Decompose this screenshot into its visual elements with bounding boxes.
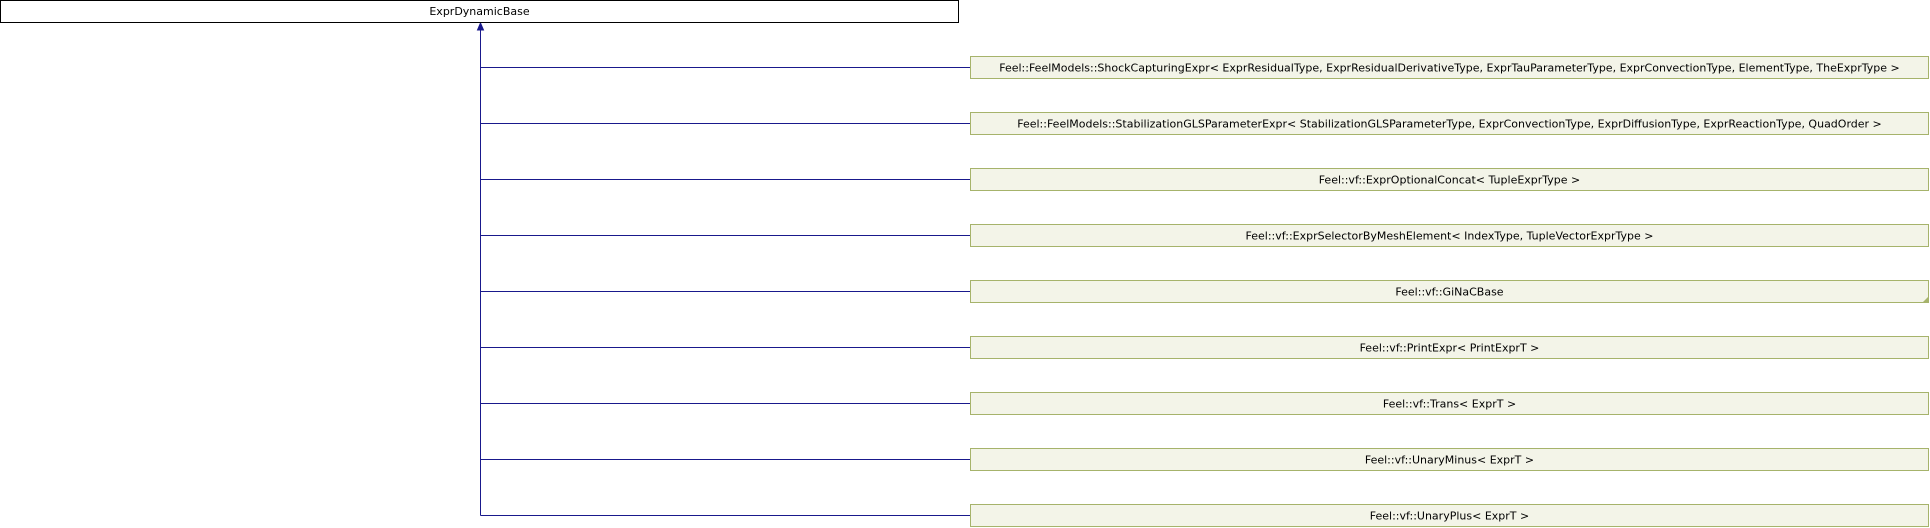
derived-class-node[interactable]: Feel::vf::ExprOptionalConcat< TupleExprT… bbox=[970, 168, 1929, 191]
derived-class-label: Feel::vf::ExprOptionalConcat< TupleExprT… bbox=[1319, 174, 1581, 187]
derived-class-label: Feel::vf::ExprSelectorByMeshElement< Ind… bbox=[1246, 230, 1654, 243]
derived-class-node[interactable]: Feel::vf::ExprSelectorByMeshElement< Ind… bbox=[970, 224, 1929, 247]
derived-class-label: Feel::vf::UnaryMinus< ExprT > bbox=[1365, 454, 1534, 467]
derived-class-label: Feel::vf::GiNaCBase bbox=[1395, 286, 1503, 299]
derived-class-node[interactable]: Feel::vf::GiNaCBase bbox=[970, 280, 1929, 303]
inheritance-edges bbox=[476, 21, 971, 516]
base-class-node[interactable]: ExprDynamicBase bbox=[0, 0, 959, 23]
derived-class-label: Feel::vf::UnaryPlus< ExprT > bbox=[1370, 510, 1529, 523]
derived-class-node[interactable]: Feel::vf::Trans< ExprT > bbox=[970, 392, 1929, 415]
derived-class-node[interactable]: Feel::vf::UnaryMinus< ExprT > bbox=[970, 448, 1929, 471]
derived-class-node[interactable]: Feel::vf::PrintExpr< PrintExprT > bbox=[970, 336, 1929, 359]
derived-class-label: Feel::FeelModels::StabilizationGLSParame… bbox=[1017, 118, 1882, 131]
derived-class-label: Feel::vf::Trans< ExprT > bbox=[1383, 398, 1516, 411]
inheritance-diagram: ExprDynamicBase Feel::FeelModels::ShockC… bbox=[0, 0, 1929, 527]
derived-class-node[interactable]: Feel::FeelModels::StabilizationGLSParame… bbox=[970, 112, 1929, 135]
inheritance-arrowhead bbox=[476, 21, 485, 31]
derived-class-node[interactable]: Feel::vf::UnaryPlus< ExprT > bbox=[970, 504, 1929, 527]
derived-class-node[interactable]: Feel::FeelModels::ShockCapturingExpr< Ex… bbox=[970, 56, 1929, 79]
derived-class-label: Feel::vf::PrintExpr< PrintExprT > bbox=[1360, 342, 1540, 355]
derived-class-label: Feel::FeelModels::ShockCapturingExpr< Ex… bbox=[999, 62, 1900, 75]
base-class-label: ExprDynamicBase bbox=[429, 5, 529, 18]
derived-class-nodes: Feel::FeelModels::ShockCapturingExpr< Ex… bbox=[970, 56, 1929, 527]
